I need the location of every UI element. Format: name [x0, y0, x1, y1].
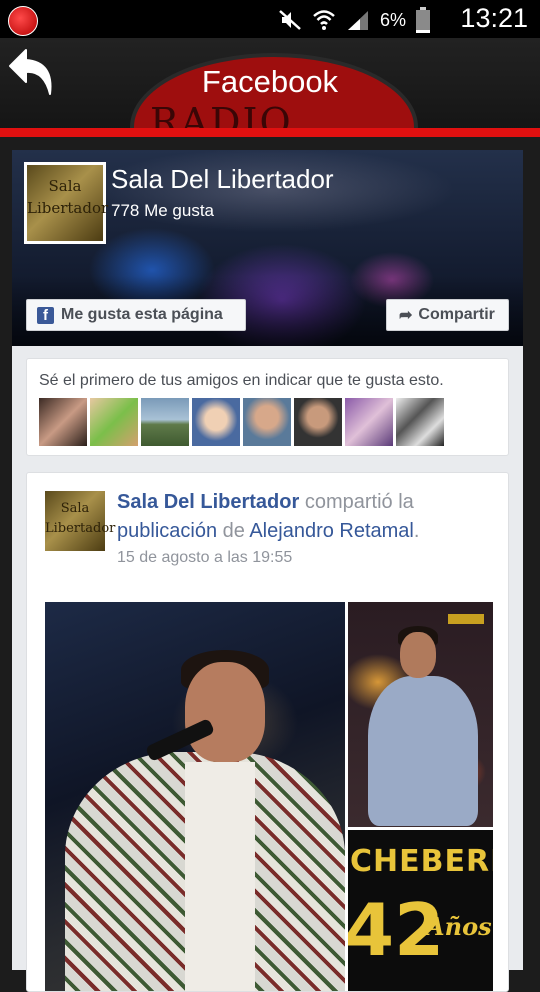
status-icons: 6%: [278, 7, 430, 33]
app-header: RADIO Facebook: [0, 38, 540, 130]
screen-title: Facebook: [201, 64, 339, 99]
post-source-link[interactable]: Alejandro Retamal: [249, 520, 414, 542]
post-timestamp[interactable]: 15 de agosto a las 19:55: [117, 549, 292, 567]
friend-avatar[interactable]: [141, 398, 189, 446]
battery-percent: 6%: [379, 9, 406, 30]
header-divider: [0, 128, 540, 137]
status-bar: 6% 13:21: [0, 0, 540, 38]
share-label: Compartir: [418, 306, 495, 323]
clock: 13:21: [460, 3, 528, 33]
post-object-link[interactable]: publicación: [117, 520, 217, 542]
post-author-avatar[interactable]: Sala Libertador: [45, 491, 115, 551]
share-button[interactable]: ➦ Compartir: [386, 299, 509, 331]
post-period: .: [413, 520, 420, 542]
post-header-line1: Sala Del Libertador compartió la: [117, 491, 414, 514]
page-avatar[interactable]: Sala Libertador: [24, 162, 108, 244]
post-header-line2: publicación de Alejandro Retamal.: [117, 520, 419, 543]
facebook-f-icon: f: [37, 306, 54, 324]
post-author-link[interactable]: Sala Del Libertador: [117, 491, 299, 513]
friend-avatar[interactable]: [294, 398, 342, 446]
cover-photo: Sala Libertador Sala Del Libertador 778 …: [12, 150, 523, 346]
like-page-button[interactable]: f Me gusta esta página: [26, 299, 246, 331]
friend-avatars: [39, 398, 444, 446]
friends-like-text: Sé el primero de tus amigos en indicar q…: [39, 372, 444, 389]
wifi-icon: [313, 10, 335, 30]
feed-post: Sala Libertador Sala Del Libertador comp…: [26, 472, 509, 992]
friend-avatar[interactable]: [90, 398, 138, 446]
post-photo-main[interactable]: [45, 602, 345, 991]
friend-avatar[interactable]: [345, 398, 393, 446]
battery-icon: [416, 7, 430, 33]
friends-like-box: Sé el primero de tus amigos en indicar q…: [26, 358, 509, 456]
friend-avatar[interactable]: [192, 398, 240, 446]
radio-logo-text: RADIO: [150, 100, 293, 130]
page-likes-count: 778 Me gusta: [111, 201, 215, 220]
poster-years: Años: [426, 912, 492, 941]
post-photo-secondary[interactable]: [348, 602, 493, 827]
like-page-label: Me gusta esta página: [61, 306, 223, 323]
post-photo-poster[interactable]: CHEBERE 42 Años: [348, 830, 493, 991]
share-arrow-icon: ➦: [399, 307, 413, 324]
mute-icon: [279, 10, 301, 30]
signal-icon: [347, 11, 368, 30]
app-notification-icon: [8, 6, 38, 36]
page-name[interactable]: Sala Del Libertador: [111, 164, 334, 195]
poster-title: CHEBERE: [350, 844, 493, 879]
friend-avatar[interactable]: [243, 398, 291, 446]
friend-avatar[interactable]: [39, 398, 87, 446]
post-verb: compartió la: [304, 491, 414, 513]
friend-avatar[interactable]: [396, 398, 444, 446]
post-preposition: de: [222, 520, 245, 542]
facebook-page-plugin: Sala Libertador Sala Del Libertador 778 …: [12, 150, 523, 992]
